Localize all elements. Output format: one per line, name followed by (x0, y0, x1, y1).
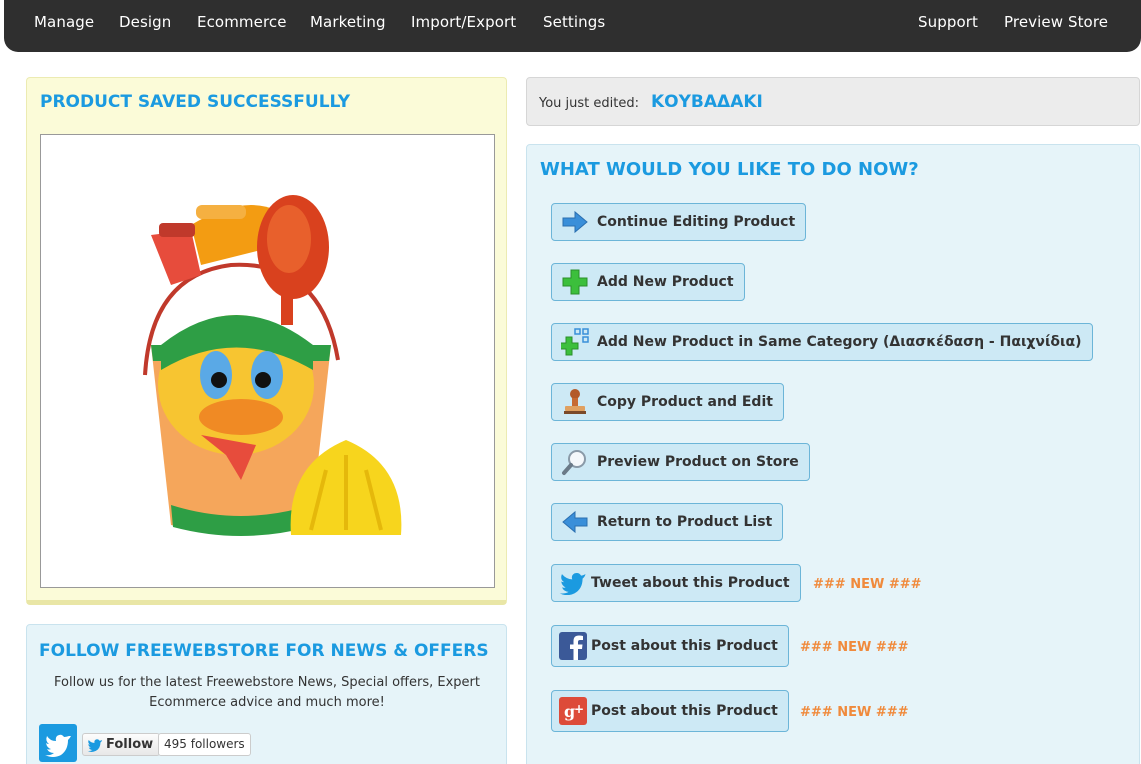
arrow-right-icon (561, 208, 589, 236)
return-to-list-label: Return to Product List (597, 514, 773, 530)
facebook-post-button[interactable]: Post about this Product (551, 625, 789, 667)
edited-product-name[interactable]: ΚΟΥΒΑΔΑΚΙ (651, 92, 763, 112)
add-new-product-label: Add New Product (597, 274, 734, 290)
add-product-same-category-label: Add New Product in Same Category (Διασκέ… (597, 334, 1082, 350)
add-new-product-button[interactable]: Add New Product (551, 263, 745, 301)
add-product-same-category-button[interactable]: Add New Product in Same Category (Διασκέ… (551, 323, 1093, 361)
plus-icon (561, 268, 589, 296)
preview-product-button[interactable]: Preview Product on Store (551, 443, 810, 481)
google-plus-post-button[interactable]: g + Post about this Product (551, 690, 789, 732)
plus-hierarchy-icon (561, 328, 589, 356)
nav-support[interactable]: Support (918, 13, 978, 31)
continue-editing-label: Continue Editing Product (597, 214, 796, 230)
product-image-illustration (143, 195, 402, 536)
magnifier-icon (561, 448, 589, 476)
follow-description: Follow us for the latest Freewebstore Ne… (37, 673, 497, 713)
edited-label: You just edited: (539, 96, 639, 111)
follow-text-line-2: Ecommerce advice and much more! (149, 695, 385, 710)
nav-settings[interactable]: Settings (543, 13, 605, 31)
top-navigation-bar: Manage Design Ecommerce Marketing Import… (4, 0, 1141, 52)
product-saved-panel: PRODUCT SAVED SUCCESSFULLY (26, 77, 507, 605)
stamp-icon (561, 388, 589, 416)
facebook-post-label: Post about this Product (591, 638, 778, 654)
google-plus-icon: g + (559, 697, 587, 725)
twitter-follow-button[interactable]: Follow (82, 733, 161, 756)
nav-import-export[interactable]: Import/Export (411, 13, 516, 31)
nav-preview-store[interactable]: Preview Store (1004, 13, 1108, 31)
follow-title: FOLLOW FREEWEBSTORE FOR NEWS & OFFERS (39, 641, 489, 661)
svg-text:+: + (574, 702, 584, 716)
new-badge-facebook: ### NEW ### (800, 640, 909, 655)
followers-count: 495 followers (158, 733, 251, 756)
arrow-left-icon (561, 508, 589, 536)
nav-marketing[interactable]: Marketing (310, 13, 386, 31)
tweet-product-label: Tweet about this Product (591, 575, 790, 591)
follow-text-line-1: Follow us for the latest Freewebstore Ne… (54, 675, 480, 690)
nav-manage[interactable]: Manage (34, 13, 94, 31)
preview-product-label: Preview Product on Store (597, 454, 799, 470)
twitter-bird-icon (87, 738, 103, 752)
copy-product-label: Copy Product and Edit (597, 394, 773, 410)
nav-design[interactable]: Design (119, 13, 171, 31)
nav-ecommerce[interactable]: Ecommerce (197, 13, 287, 31)
copy-product-button[interactable]: Copy Product and Edit (551, 383, 784, 421)
twitter-icon (559, 569, 587, 597)
follow-panel: FOLLOW FREEWEBSTORE FOR NEWS & OFFERS Fo… (26, 624, 507, 764)
tweet-product-button[interactable]: Tweet about this Product (551, 564, 801, 602)
facebook-icon (559, 632, 587, 660)
continue-editing-button[interactable]: Continue Editing Product (551, 203, 807, 241)
google-plus-post-label: Post about this Product (591, 703, 778, 719)
twitter-icon[interactable] (39, 724, 77, 762)
actions-title: WHAT WOULD YOU LIKE TO DO NOW? (540, 159, 919, 180)
new-badge-google-plus: ### NEW ### (800, 705, 909, 720)
return-to-list-button[interactable]: Return to Product List (551, 503, 784, 541)
saved-title: PRODUCT SAVED SUCCESSFULLY (40, 92, 351, 112)
new-badge-twitter: ### NEW ### (813, 577, 922, 592)
edited-product-bar: You just edited: ΚΟΥΒΑΔΑΚΙ (526, 77, 1140, 126)
follow-label: Follow (106, 737, 154, 752)
product-image (40, 134, 495, 588)
